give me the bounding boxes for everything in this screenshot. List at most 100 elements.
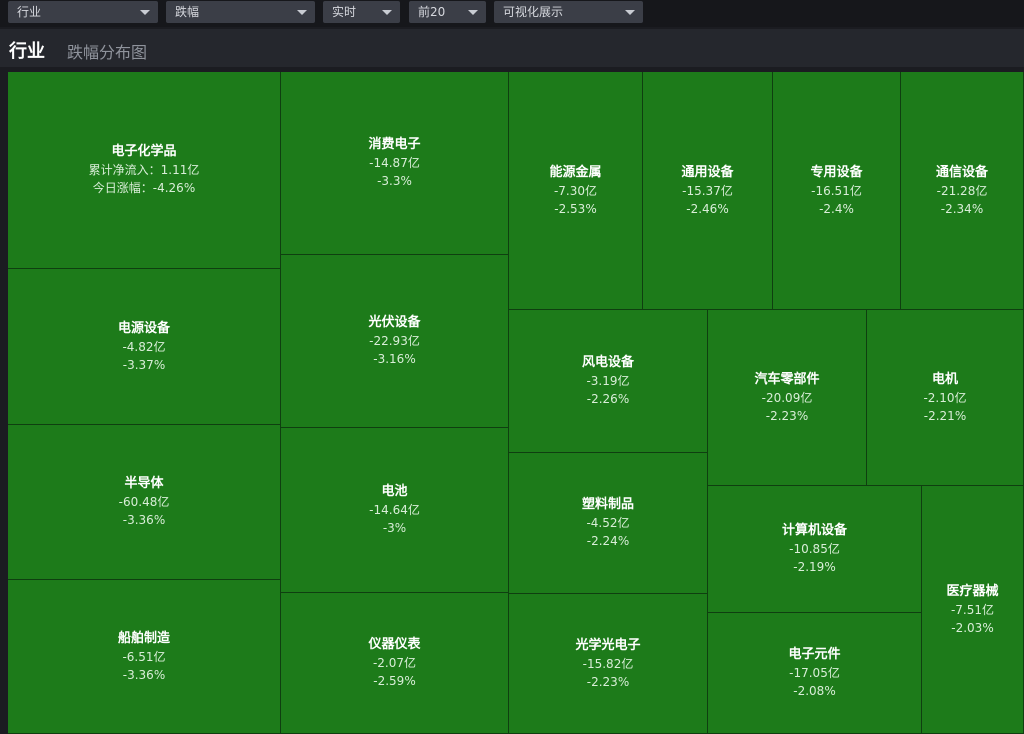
treemap-tile[interactable]: 电源设备 -4.82亿 -3.37%	[8, 269, 281, 425]
treemap-tile[interactable]: 通用设备 -15.37亿 -2.46%	[643, 72, 773, 310]
tile-flow: -15.37亿	[682, 183, 733, 198]
tile-flow: -14.87亿	[369, 156, 420, 170]
category-select[interactable]: 行业	[8, 1, 158, 23]
treemap-tile[interactable]: 电子化学品累计净流入：1.11亿 今日涨幅：-4.26%	[8, 72, 281, 269]
treemap-tile[interactable]: 电子元件 -17.05亿 -2.08%	[708, 613, 922, 734]
filter-toolbar: 行业 跌幅 实时 前20 可视化展示	[0, 0, 1024, 27]
sort-select-value: 跌幅	[175, 5, 200, 19]
tile-name: 风电设备	[581, 355, 634, 370]
sort-select[interactable]: 跌幅	[166, 1, 315, 23]
tile-flow: -2.07亿	[372, 656, 417, 670]
page-title: 行业	[9, 41, 45, 62]
tile-name: 船舶制造	[117, 630, 170, 646]
tile-name: 医疗器械	[946, 583, 999, 599]
tile-change: -2.53%	[554, 201, 597, 216]
tile-flow: -20.09亿	[761, 390, 813, 405]
tile-name: 电子元件	[788, 647, 841, 662]
tile-flow: -6.51亿	[122, 649, 166, 664]
view-mode-select-value: 可视化展示	[503, 5, 564, 19]
treemap-tile[interactable]: 专用设备 -16.51亿 -2.4%	[773, 72, 901, 310]
period-select-value: 实时	[332, 5, 357, 19]
tile-change: -2.34%	[940, 201, 984, 216]
tile-change: -2.24%	[586, 534, 630, 548]
tile-flow: -22.93亿	[369, 334, 420, 348]
tile-change: -2.26%	[586, 392, 630, 406]
treemap: 电子化学品累计净流入：1.11亿 今日涨幅：-4.26% 电源设备 -4.82亿 -3…	[8, 72, 1024, 734]
tile-flow: -21.28亿	[936, 183, 988, 198]
treemap-tile[interactable]: 电池 -14.64亿 -3%	[281, 428, 509, 593]
treemap-tile[interactable]: 光伏设备 -22.93亿 -3.16%	[281, 255, 509, 428]
tile-change: -3.3%	[377, 174, 412, 188]
category-select-value: 行业	[17, 5, 42, 19]
tile-change: -2.23%	[586, 674, 630, 689]
chevron-down-icon	[382, 10, 392, 15]
tile-change: -2.23%	[765, 408, 809, 423]
treemap-tile[interactable]: 电机 -2.10亿 -2.21%	[867, 310, 1024, 486]
tile-change: -2.08%	[793, 684, 836, 698]
tile-name: 消费电子	[368, 137, 421, 152]
tile-name: 能源金属	[549, 164, 602, 180]
tile-flow: -4.52亿	[586, 516, 630, 530]
treemap-tile[interactable]: 通信设备 -21.28亿 -2.34%	[901, 72, 1024, 310]
tile-change: -3%	[382, 521, 407, 535]
tile-name: 专用设备	[810, 164, 863, 180]
tile-flow: -17.05亿	[789, 666, 840, 680]
view-mode-select[interactable]: 可视化展示	[494, 1, 643, 23]
tile-flow: -3.19亿	[586, 374, 630, 388]
tile-change: -2.4%	[819, 201, 854, 216]
tile-change: -3.37%	[122, 357, 166, 372]
treemap-tile[interactable]: 风电设备 -3.19亿 -2.26%	[509, 310, 708, 453]
tile-name: 通信设备	[935, 164, 988, 180]
treemap-tile[interactable]: 船舶制造 -6.51亿 -3.36%	[8, 580, 281, 734]
tile-name: 半导体	[124, 476, 164, 491]
tile-flow: -14.64亿	[369, 503, 420, 517]
treemap-tile[interactable]: 消费电子 -14.87亿 -3.3%	[281, 72, 509, 255]
tile-name: 电源设备	[117, 320, 170, 336]
treemap-tile[interactable]: 汽车零部件 -20.09亿 -2.23%	[708, 310, 867, 486]
chevron-down-icon	[625, 10, 635, 15]
page-subtitle: 跌幅分布图	[67, 43, 148, 62]
chevron-down-icon	[297, 10, 307, 15]
tile-name: 汽车零部件	[754, 371, 820, 387]
tile-flow: -7.51亿	[950, 602, 995, 617]
tile-name: 塑料制品	[581, 497, 634, 512]
tile-change: -2.46%	[686, 201, 729, 216]
tile-flow: 累计净流入：1.11亿	[88, 163, 200, 177]
period-select[interactable]: 实时	[323, 1, 400, 23]
treemap-tile[interactable]: 光学光电子 -15.82亿 -2.23%	[509, 594, 708, 734]
top-n-select-value: 前20	[418, 5, 446, 19]
tile-change: -2.19%	[793, 560, 836, 574]
tile-change: -3.36%	[122, 667, 166, 682]
tile-flow: -15.82亿	[582, 656, 634, 671]
tile-flow: -16.51亿	[811, 183, 862, 198]
treemap-tile[interactable]: 半导体 -60.48亿 -3.36%	[8, 425, 281, 580]
treemap-tile[interactable]: 塑料制品 -4.52亿 -2.24%	[509, 453, 708, 594]
tile-name: 电机	[931, 371, 958, 387]
treemap-tile[interactable]: 能源金属 -7.30亿 -2.53%	[509, 72, 643, 310]
tile-flow: -4.82亿	[122, 339, 166, 354]
top-n-select[interactable]: 前20	[409, 1, 486, 23]
treemap-tile[interactable]: 仪器仪表 -2.07亿 -2.59%	[281, 593, 509, 734]
tile-name: 光伏设备	[368, 315, 421, 330]
tile-name: 电子化学品	[111, 144, 177, 159]
treemap-tile[interactable]: 医疗器械 -7.51亿 -2.03%	[922, 486, 1024, 734]
tile-name: 光学光电子	[575, 637, 641, 653]
tile-name: 仪器仪表	[368, 637, 421, 652]
chevron-down-icon	[140, 10, 150, 15]
tile-change: -2.59%	[373, 674, 416, 688]
tile-change: -3.36%	[122, 513, 166, 527]
tile-flow: -7.30亿	[553, 183, 598, 198]
tile-name: 通用设备	[681, 164, 734, 180]
tile-change: -3.16%	[373, 352, 416, 366]
chevron-down-icon	[468, 10, 478, 15]
tile-change: -2.03%	[951, 620, 994, 635]
panel-header: 行业 跌幅分布图	[0, 29, 1024, 67]
tile-flow: -2.10亿	[923, 390, 967, 405]
tile-change: 今日涨幅：-4.26%	[92, 181, 196, 195]
tile-flow: -60.48亿	[118, 495, 170, 509]
tile-flow: -10.85亿	[789, 542, 840, 556]
tile-name: 电池	[381, 484, 408, 499]
treemap-tile[interactable]: 计算机设备 -10.85亿 -2.19%	[708, 486, 922, 613]
tile-name: 计算机设备	[781, 523, 847, 538]
tile-change: -2.21%	[923, 408, 967, 423]
